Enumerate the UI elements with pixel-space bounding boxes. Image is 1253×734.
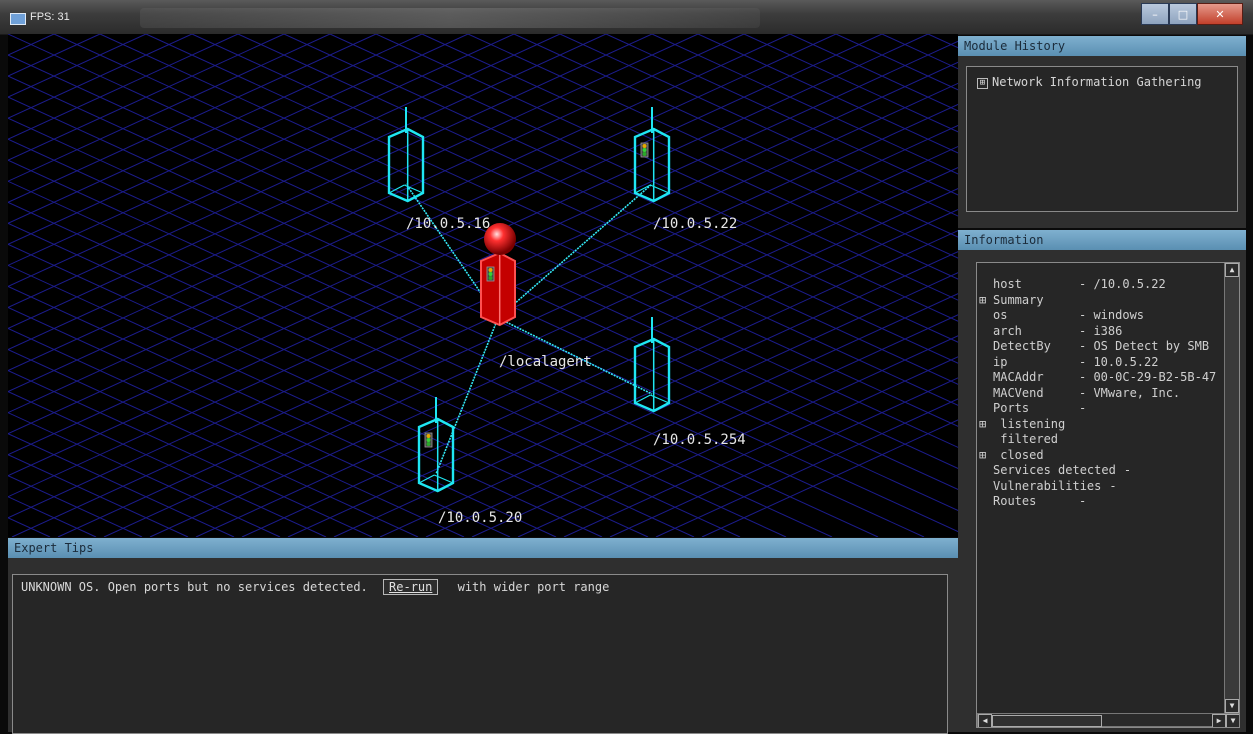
module-history-header: Module History (958, 36, 1246, 56)
info-key: Ports (993, 401, 1030, 415)
minimize-button[interactable]: – (1141, 3, 1169, 25)
expand-icon[interactable]: ⊞ (979, 417, 993, 433)
information-header: Information (958, 230, 1246, 250)
info-value: - (1079, 401, 1087, 415)
info-row: Vulnerabilities - (979, 479, 1216, 495)
module-history-item-label: Network Information Gathering (992, 75, 1202, 89)
info-value: - (1079, 494, 1087, 508)
info-key: arch (993, 323, 1022, 338)
info-row[interactable]: ⊞ listening (979, 417, 1216, 433)
module-history-item[interactable]: ⊞ Network Information Gathering (977, 75, 1202, 89)
information-panel: host - /10.0.5.22 ⊞ Summary os - windows arch -… (958, 250, 1246, 732)
window-title: FPS: 31 (30, 11, 70, 23)
expert-tips-box: UNKNOWN OS. Open ports but no services d… (12, 574, 948, 734)
network-link (497, 183, 653, 319)
scroll-up-icon[interactable]: ▲ (1225, 263, 1239, 277)
network-link (435, 317, 499, 475)
information-tree: host - /10.0.5.22 ⊞ Summary os - windows arch -… (976, 262, 1240, 728)
expand-icon[interactable]: ⊞ (979, 448, 993, 464)
rerun-button[interactable]: Re-run (383, 579, 439, 595)
scroll-down-corner-icon[interactable]: ▼ (1226, 714, 1239, 727)
info-row: MACVend - VMware, Inc. (979, 386, 1216, 402)
info-row: host - /10.0.5.22 (979, 277, 1216, 293)
scroll-left-icon[interactable]: ◀ (978, 714, 992, 727)
scroll-down-icon[interactable]: ▼ (1225, 699, 1239, 713)
info-row: arch - i386 (979, 324, 1216, 340)
info-key: Services detected (993, 463, 1116, 477)
scroll-right-icon[interactable]: ▶ (1212, 714, 1226, 727)
info-row: ip - 10.0.5.22 (979, 355, 1216, 371)
host-node[interactable]: /10.0.5.254 (633, 317, 746, 448)
expert-tips-header: Expert Tips (8, 538, 958, 558)
node-label: /10.0.5.20 (438, 510, 522, 526)
title-bar: FPS: 31 – □ ✕ (0, 0, 1253, 35)
info-key: Vulnerabilities (993, 478, 1102, 493)
info-row: Services detected - (979, 463, 1216, 479)
expand-icon[interactable]: ⊞ (977, 78, 988, 89)
network-3d-view[interactable]: /localagent/10.0.5.16/10.0.5.22/10.0.5.2… (8, 34, 958, 537)
info-key: ip (993, 354, 1008, 369)
info-value: - VMware, Inc. (1079, 385, 1181, 400)
expand-icon[interactable]: ⊞ (979, 293, 993, 309)
maximize-button[interactable]: □ (1169, 3, 1197, 25)
node-label: /10.0.5.22 (653, 216, 737, 232)
info-key: listening (993, 416, 1066, 431)
info-row: MACAddr - 00-0C-29-B2-5B-47 (979, 370, 1216, 386)
info-row: os - windows (979, 308, 1216, 324)
info-value: - (1109, 478, 1117, 493)
tip-suffix: with wider port range (457, 580, 610, 594)
info-value: - i386 (1079, 323, 1123, 338)
node-label: /10.0.5.16 (406, 216, 490, 232)
expert-tips-title: Expert Tips (14, 541, 94, 555)
network-map[interactable]: /localagent/10.0.5.16/10.0.5.22/10.0.5.2… (8, 34, 958, 537)
tip-message: UNKNOWN OS. Open ports but no services d… (21, 580, 368, 594)
info-row: Routes - (979, 494, 1216, 510)
horizontal-scroll-thumb[interactable] (992, 715, 1102, 727)
info-key: Routes (993, 494, 1037, 508)
info-key: os (993, 308, 1008, 322)
info-value: - windows (1079, 308, 1145, 322)
info-key: filtered (993, 432, 1059, 446)
info-value: - 10.0.5.22 (1079, 354, 1159, 369)
info-key: DetectBy (993, 339, 1051, 353)
info-horizontal-scrollbar[interactable]: ◀ ▶ ▼ (977, 713, 1239, 727)
info-value: - (1123, 463, 1132, 477)
info-row: DetectBy - OS Detect by SMB (979, 339, 1216, 355)
info-value: - OS Detect by SMB (1079, 339, 1210, 353)
info-key: Summary (993, 292, 1044, 307)
info-row: Ports - (979, 401, 1216, 417)
info-row[interactable]: ⊞ Summary (979, 293, 1216, 309)
app-icon (10, 13, 26, 25)
info-row[interactable]: ⊞ closed (979, 448, 1216, 464)
info-key: closed (993, 447, 1044, 462)
info-key: MACVend (993, 385, 1044, 400)
close-button[interactable]: ✕ (1197, 3, 1243, 25)
expert-tips-panel: UNKNOWN OS. Open ports but no services d… (8, 558, 958, 734)
info-key: MACAddr (993, 370, 1044, 384)
info-row: filtered (979, 432, 1216, 448)
node-label: /localagent (499, 354, 592, 370)
module-history-list: ⊞ Network Information Gathering (966, 66, 1238, 212)
module-history-title: Module History (964, 39, 1066, 53)
info-key: host (993, 277, 1022, 291)
module-history-panel: ⊞ Network Information Gathering (958, 56, 1246, 228)
node-label: /10.0.5.254 (653, 432, 746, 448)
title-blur-strip (140, 8, 760, 28)
information-title: Information (964, 233, 1044, 247)
info-value: - /10.0.5.22 (1079, 277, 1166, 291)
info-value: - 00-0C-29-B2-5B-47 (1079, 370, 1217, 384)
info-vertical-scrollbar[interactable]: ▲ ▼ (1224, 263, 1239, 713)
